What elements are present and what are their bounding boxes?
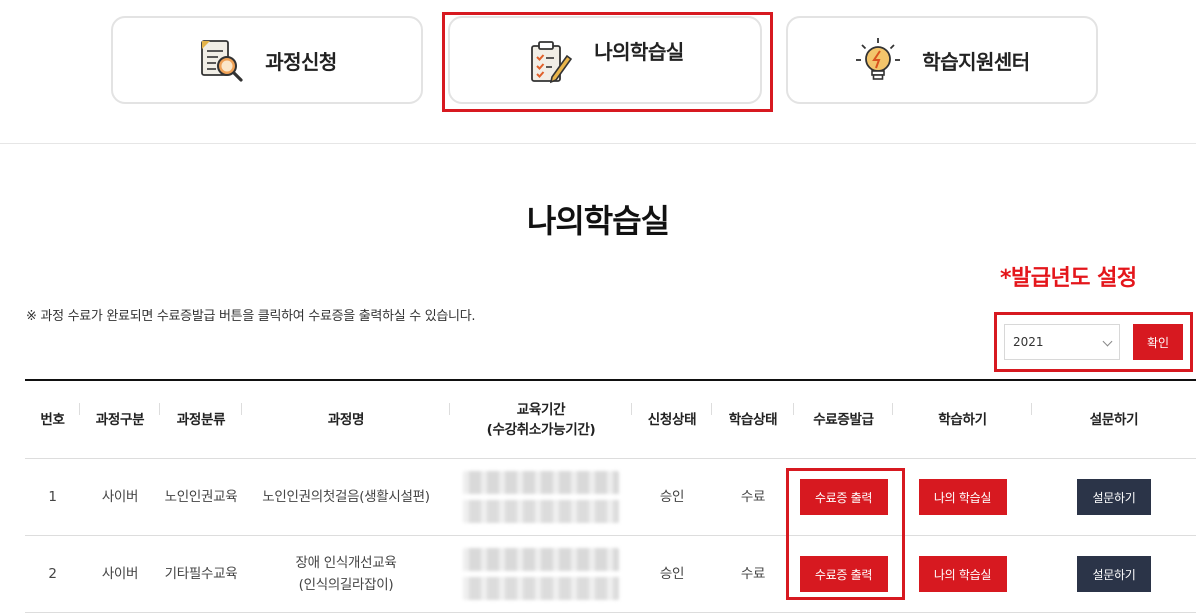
blurred-period: [463, 548, 619, 600]
clipboard-pencil-icon: [526, 38, 574, 86]
cell-study: 나의 학습실: [893, 459, 1032, 536]
table-row: 1 사이버 노인인권교육 노인인권의첫걸음(생활시설편) 승인 수료 수료증 출…: [25, 458, 1196, 536]
tab-label: 학습지원센터: [922, 49, 1030, 74]
cell-period: [450, 536, 632, 613]
notice-text: ※ 과정 수료가 완료되면 수료증발급 버튼을 클릭하여 수료증을 출력하실 수…: [26, 309, 476, 324]
annotation-label: *발급년도 설정: [1000, 266, 1137, 291]
cell-number: 2: [48, 566, 57, 582]
header-cell: 과정구분: [80, 380, 160, 459]
survey-button[interactable]: 설문하기: [1077, 479, 1151, 515]
lightbulb-icon: [854, 36, 902, 84]
tab-label: 과정신청: [265, 49, 337, 74]
my-classroom-button[interactable]: 나의 학습실: [918, 479, 1007, 515]
cell-certificate: 수료증 출력: [794, 459, 893, 536]
cell-number: 1: [48, 489, 57, 505]
tab-label: 나의학습실: [594, 39, 684, 64]
year-select-wrapper: 2021: [1004, 324, 1120, 360]
confirm-button[interactable]: 확인: [1133, 324, 1183, 360]
print-certificate-button[interactable]: 수료증 출력: [799, 556, 888, 592]
top-tab-bar: 과정신청 나의학습실 학습지원센터: [0, 0, 1196, 144]
year-select[interactable]: 2021: [1005, 325, 1119, 359]
document-search-icon: [197, 36, 245, 84]
table-header-row: 번호 과정구분 과정분류 과정명 교육기간 (수강취소가능기간) 신청상태 학습…: [25, 380, 1196, 459]
header-cell: 과정명: [242, 380, 450, 459]
header-cell: 번호: [25, 380, 80, 459]
tab-my-classroom[interactable]: 나의학습실: [448, 16, 762, 104]
my-classroom-button[interactable]: 나의 학습실: [918, 556, 1007, 592]
cell-course-name: 노인인권의첫걸음(생활시설편): [262, 489, 430, 505]
cell-learn-status: 수료: [740, 489, 766, 505]
cell-learn-status: 수료: [740, 566, 766, 582]
cell-certificate: 수료증 출력: [794, 536, 893, 613]
header-cell: 수료증발급: [794, 380, 893, 459]
header-cell: 학습상태: [712, 380, 794, 459]
header-cell: 설문하기: [1089, 411, 1139, 428]
tab-course-apply[interactable]: 과정신청: [111, 16, 423, 104]
blurred-period: [463, 471, 619, 523]
print-certificate-button[interactable]: 수료증 출력: [799, 479, 888, 515]
table-row: 2 사이버 기타필수교육 장애 인식개선교육 (인식의길라잡이) 승인 수료 수…: [25, 535, 1196, 613]
page-title: 나의학습실: [526, 202, 670, 240]
tab-learning-support[interactable]: 학습지원센터: [786, 16, 1098, 104]
cell-category: 노인인권교육: [164, 489, 238, 505]
cell-study: 나의 학습실: [893, 536, 1032, 613]
cell-category: 기타필수교육: [164, 566, 238, 582]
survey-button[interactable]: 설문하기: [1077, 556, 1151, 592]
cell-period: [450, 459, 632, 536]
cell-survey: 설문하기: [1032, 459, 1196, 536]
cell-course-type: 사이버: [101, 566, 139, 582]
header-cell: 학습하기: [893, 380, 1032, 459]
course-table: 번호 과정구분 과정분류 과정명 교육기간 (수강취소가능기간) 신청상태 학습…: [25, 379, 1196, 613]
cell-survey: 설문하기: [1032, 536, 1196, 613]
cell-course-type: 사이버: [101, 489, 139, 505]
header-cell: 과정분류: [160, 380, 242, 459]
header-cell: 신청상태: [632, 380, 712, 459]
cell-course-name: 장애 인식개선교육 (인식의길라잡이): [295, 555, 397, 593]
cell-apply-status: 승인: [659, 489, 685, 505]
cell-apply-status: 승인: [659, 566, 685, 582]
header-cell: 교육기간 (수강취소가능기간): [450, 380, 632, 459]
